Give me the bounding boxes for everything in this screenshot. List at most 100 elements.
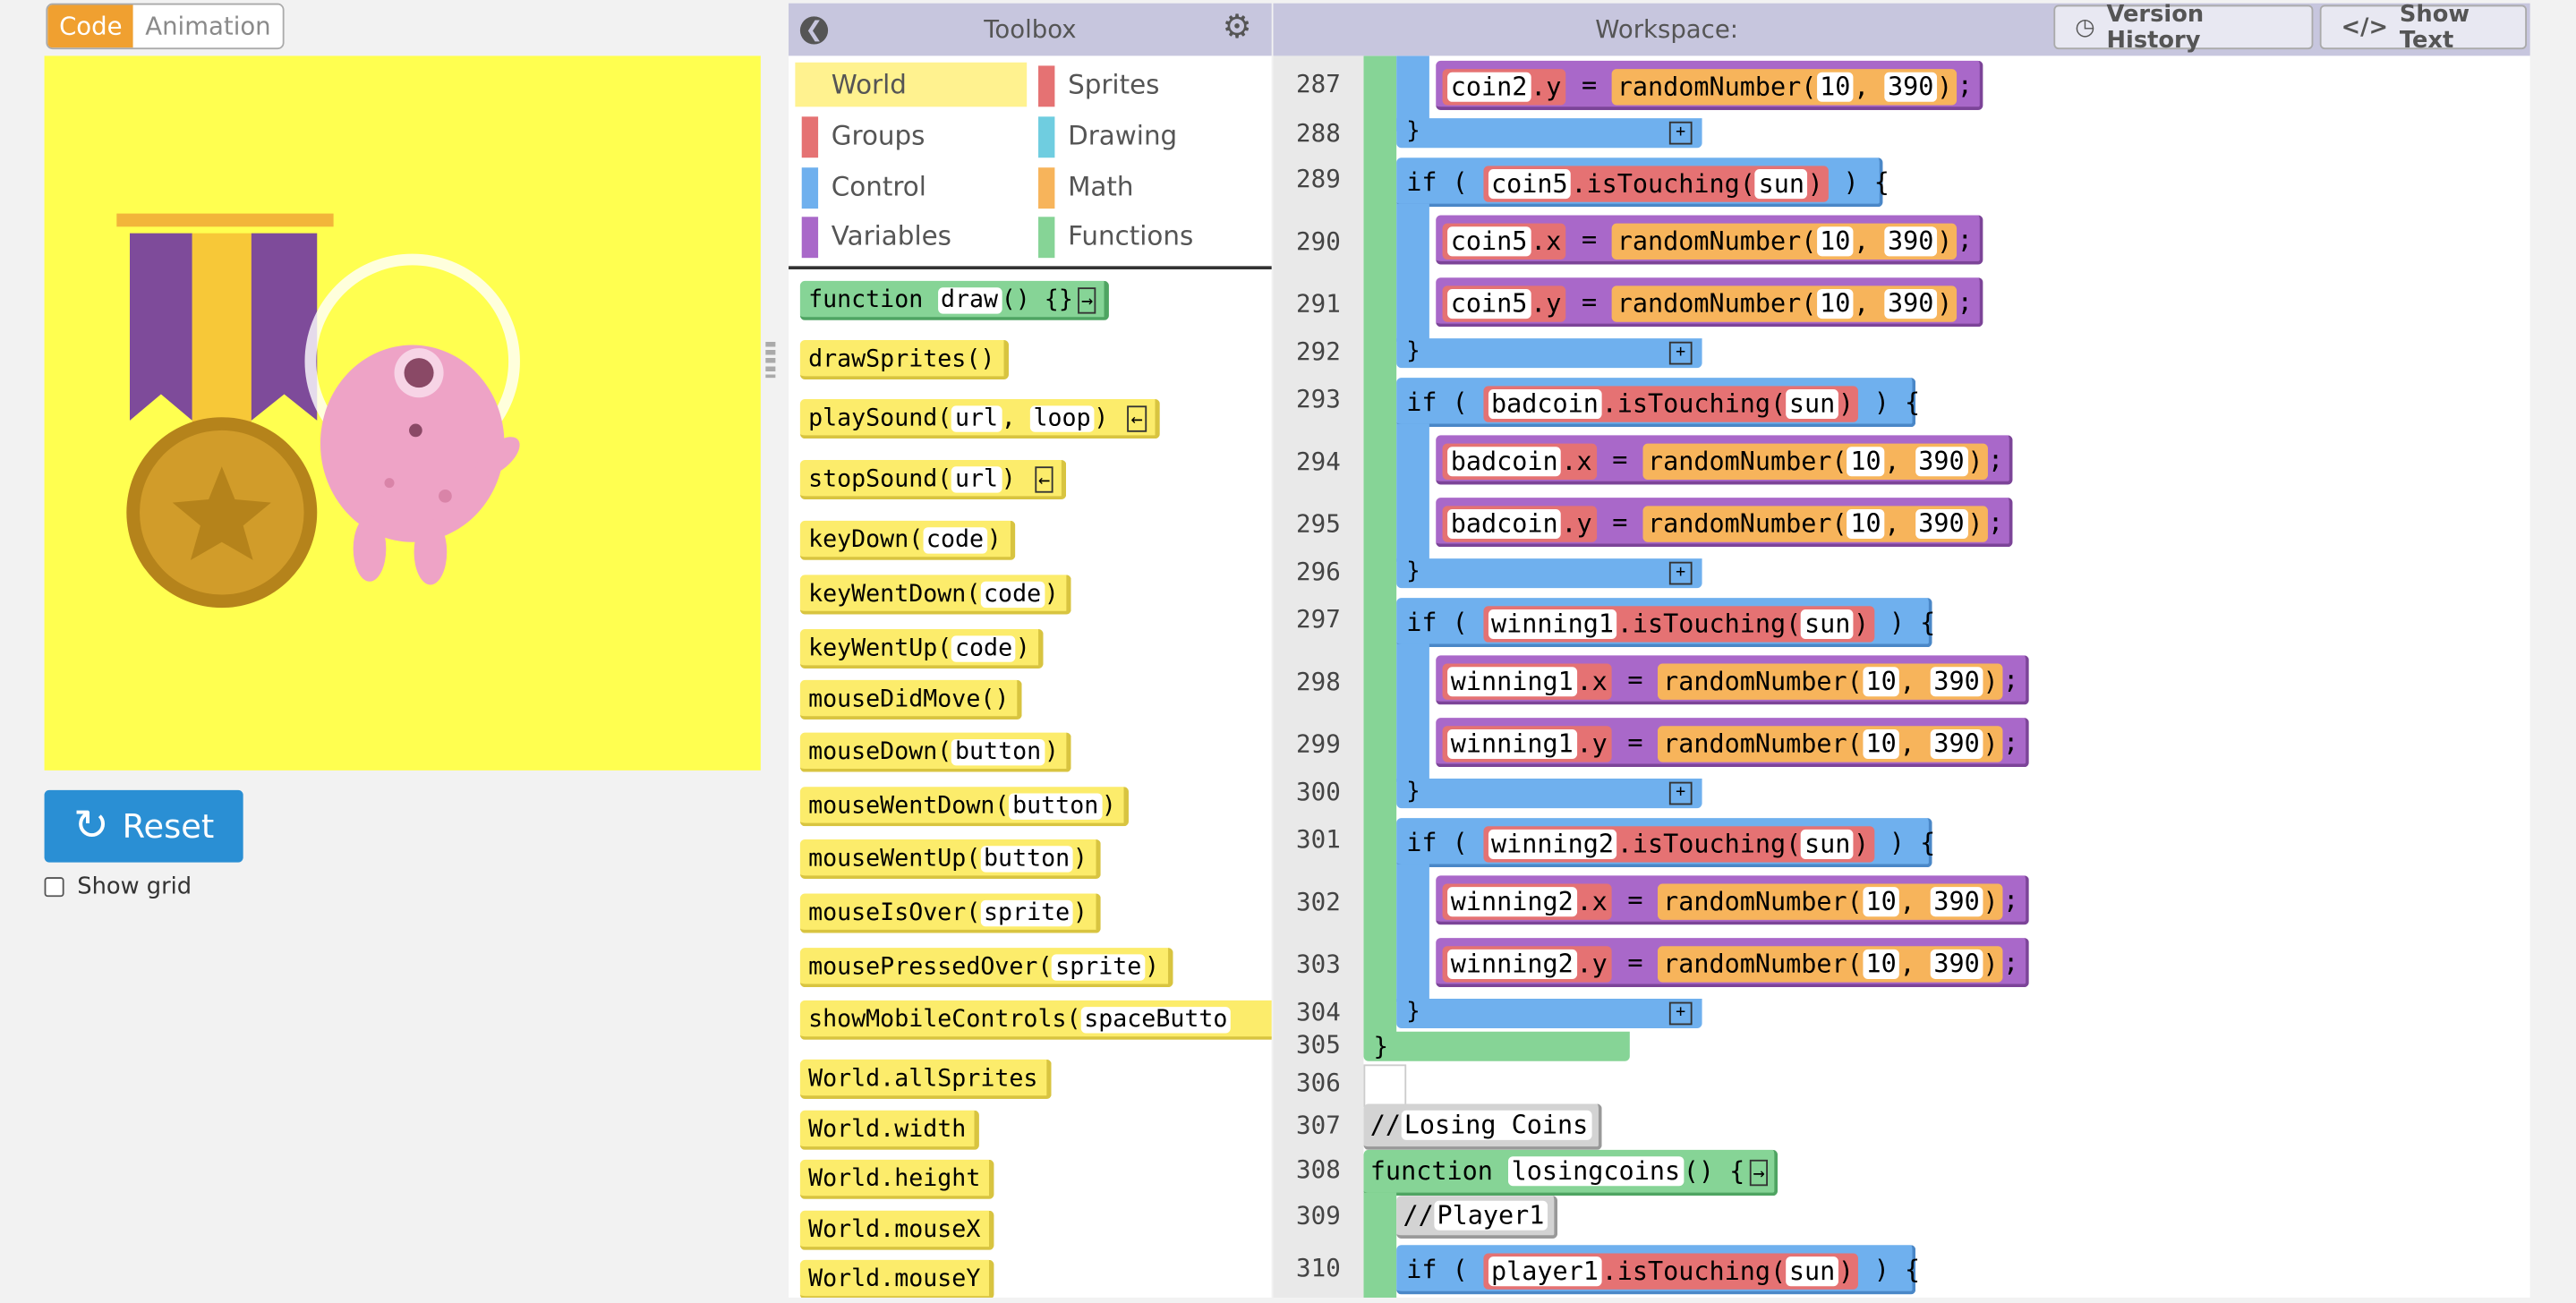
toolbox-header: ❮ Toolbox (789, 3, 1272, 56)
if-body-bar (1396, 864, 1429, 1002)
code-icon: </> (2341, 13, 2389, 40)
closing-brace: } (1406, 779, 1420, 805)
block-mousedown[interactable]: mouseDown(button) (799, 732, 1072, 772)
category-control[interactable]: Control (795, 165, 1027, 209)
code-tab[interactable]: Code (47, 4, 134, 48)
block-mouseisover[interactable]: mouseIsOver(sprite) (799, 893, 1101, 933)
comment-losing-coins[interactable]: //Losing Coins (1363, 1103, 1601, 1150)
category-variables[interactable]: Variables (795, 214, 1027, 259)
category-drawing[interactable]: Drawing (1032, 114, 1262, 158)
line-number: 299 (1296, 728, 1341, 760)
if-block-end (1396, 118, 1702, 149)
category-swatch (801, 217, 819, 259)
animation-tab[interactable]: Animation (133, 4, 283, 48)
block-keywentup[interactable]: keyWentUp(code) (799, 628, 1044, 669)
assign-coin2-y[interactable]: coin2 .y = randomNumber(10, 390); (1436, 60, 1983, 110)
line-number: 306 (1296, 1068, 1341, 1098)
category-sprites[interactable]: Sprites (1032, 63, 1262, 107)
resize-handle[interactable] (765, 341, 776, 379)
block-world-mousex[interactable]: World.mouseX (799, 1210, 994, 1250)
block-keywentdown[interactable]: keyWentDown(code) (799, 575, 1072, 615)
toolbox-title: Toolbox (984, 14, 1077, 45)
block-mousedidmove[interactable]: mouseDidMove() (799, 679, 1023, 720)
assign-badcoin-x[interactable]: badcoin .x = randomNumber(10, 390); (1436, 435, 2014, 485)
line-number: 303 (1296, 949, 1341, 979)
assign-badcoin-y[interactable]: badcoin .y = randomNumber(10, 390); (1436, 498, 2014, 548)
if-player1-istouching[interactable]: if ( player1 .isTouching(sun) ) { (1396, 1245, 1920, 1295)
view-toggle: Code Animation (46, 3, 285, 50)
line-number: 301 (1296, 824, 1341, 855)
line-number: 287 (1296, 69, 1341, 99)
assign-winning1-y[interactable]: winning1 .y = randomNumber(10, 390); (1436, 718, 2029, 768)
assign-coin5-x[interactable]: coin5 .x = randomNumber(10, 390); (1436, 215, 1983, 265)
version-history-button[interactable]: ◷ Version History (2053, 1, 2314, 54)
toolbox-blocks: function draw() {} → drawSprites() playSo… (789, 269, 1272, 1299)
expand-plus-icon[interactable]: + (1668, 121, 1693, 145)
assign-winning2-x[interactable]: winning2 .x = randomNumber(10, 390); (1436, 875, 2029, 925)
block-world-mousey[interactable]: World.mouseY (799, 1259, 994, 1299)
expand-plus-icon[interactable]: + (1668, 341, 1693, 365)
block-keydown[interactable]: keyDown(code) (799, 520, 1015, 560)
if-block-end (1396, 779, 1702, 809)
expand-plus-icon[interactable]: + (1668, 781, 1693, 805)
closing-brace: } (1406, 118, 1420, 145)
block-showmobilecontrols[interactable]: showMobileControls(spaceButto (799, 1000, 1272, 1040)
category-label: World (831, 69, 907, 100)
expand-plus-icon[interactable]: + (1668, 561, 1693, 585)
if-coin5-istouching[interactable]: if ( coin5 .isTouching(sun) ) { (1396, 158, 1889, 208)
show-grid-row[interactable]: Show grid (44, 873, 192, 900)
block-playsound[interactable]: playSound(url, loop) ← (799, 399, 1160, 439)
line-number: 296 (1296, 557, 1341, 587)
reset-label: Reset (122, 806, 215, 847)
show-text-button[interactable]: </> Show Text (2319, 1, 2527, 54)
reset-icon: ↻ (73, 801, 109, 851)
if-badcoin-istouching[interactable]: if ( badcoin .isTouching(sun) ) { (1396, 378, 1920, 428)
if-winning2-istouching[interactable]: if ( winning2 .isTouching(sun) ) { (1396, 818, 1935, 868)
if-block-end (1396, 558, 1702, 589)
block-drawsprites[interactable]: drawSprites() (799, 339, 1009, 380)
expand-plus-icon[interactable]: + (1668, 1001, 1693, 1026)
category-math[interactable]: Math (1032, 165, 1262, 209)
comment-player1[interactable]: //Player1 (1396, 1196, 1558, 1239)
category-label: Groups (831, 119, 925, 151)
line-number: 309 (1296, 1200, 1341, 1231)
block-world-allsprites[interactable]: World.allSprites (799, 1059, 1052, 1099)
block-world-height[interactable]: World.height (799, 1159, 994, 1199)
block-mousewentup[interactable]: mouseWentUp(button) (799, 839, 1101, 879)
block-function-draw[interactable]: function draw() {} → (799, 280, 1110, 320)
assign-coin5-y[interactable]: coin5 .y = randomNumber(10, 390); (1436, 277, 1983, 328)
category-label: Functions (1068, 219, 1194, 251)
block-stopsound[interactable]: stopSound(url) ← (799, 459, 1067, 499)
workspace-canvas[interactable]: } coin2 .y = randomNumber(10, 390); } + i… (1363, 55, 2530, 1299)
game-stage[interactable] (44, 55, 761, 771)
block-world-width[interactable]: World.width (799, 1110, 980, 1150)
gear-icon[interactable]: ⚙ (1223, 10, 1252, 43)
line-number: 307 (1296, 1110, 1341, 1140)
empty-block-slot[interactable] (1363, 1064, 1407, 1108)
block-mousewentdown[interactable]: mouseWentDown(button) (799, 787, 1130, 827)
line-number: 292 (1296, 336, 1341, 367)
function-losingcoins[interactable]: function losingcoins() {→ (1363, 1149, 1778, 1197)
line-number: 290 (1296, 226, 1341, 257)
closing-brace: } (1406, 338, 1420, 365)
category-groups[interactable]: Groups (795, 114, 1027, 158)
line-number: 300 (1296, 777, 1341, 807)
show-grid-checkbox[interactable] (44, 877, 64, 898)
category-label: Drawing (1068, 119, 1178, 151)
assign-winning1-x[interactable]: winning1 .x = randomNumber(10, 390); (1436, 655, 2029, 705)
reset-button[interactable]: ↻ Reset (44, 789, 243, 863)
line-number: 291 (1296, 289, 1341, 319)
clock-icon: ◷ (2075, 13, 2095, 40)
medal-sprite (116, 213, 334, 609)
block-mousepressedover[interactable]: mousePressedOver(sprite) (799, 948, 1173, 988)
line-number: 305 (1296, 1029, 1341, 1060)
if-body-bar (1396, 423, 1429, 562)
category-functions[interactable]: Functions (1032, 214, 1262, 259)
function-body-bar (1363, 1192, 1397, 1299)
category-label: Variables (831, 219, 951, 251)
function-body-bar (1363, 55, 1397, 1042)
function-block-end (1363, 1031, 1630, 1061)
assign-winning2-y[interactable]: winning2 .y = randomNumber(10, 390); (1436, 938, 2029, 988)
if-winning1-istouching[interactable]: if ( winning1 .isTouching(sun) ) { (1396, 598, 1935, 648)
category-world[interactable]: World (795, 62, 1028, 107)
